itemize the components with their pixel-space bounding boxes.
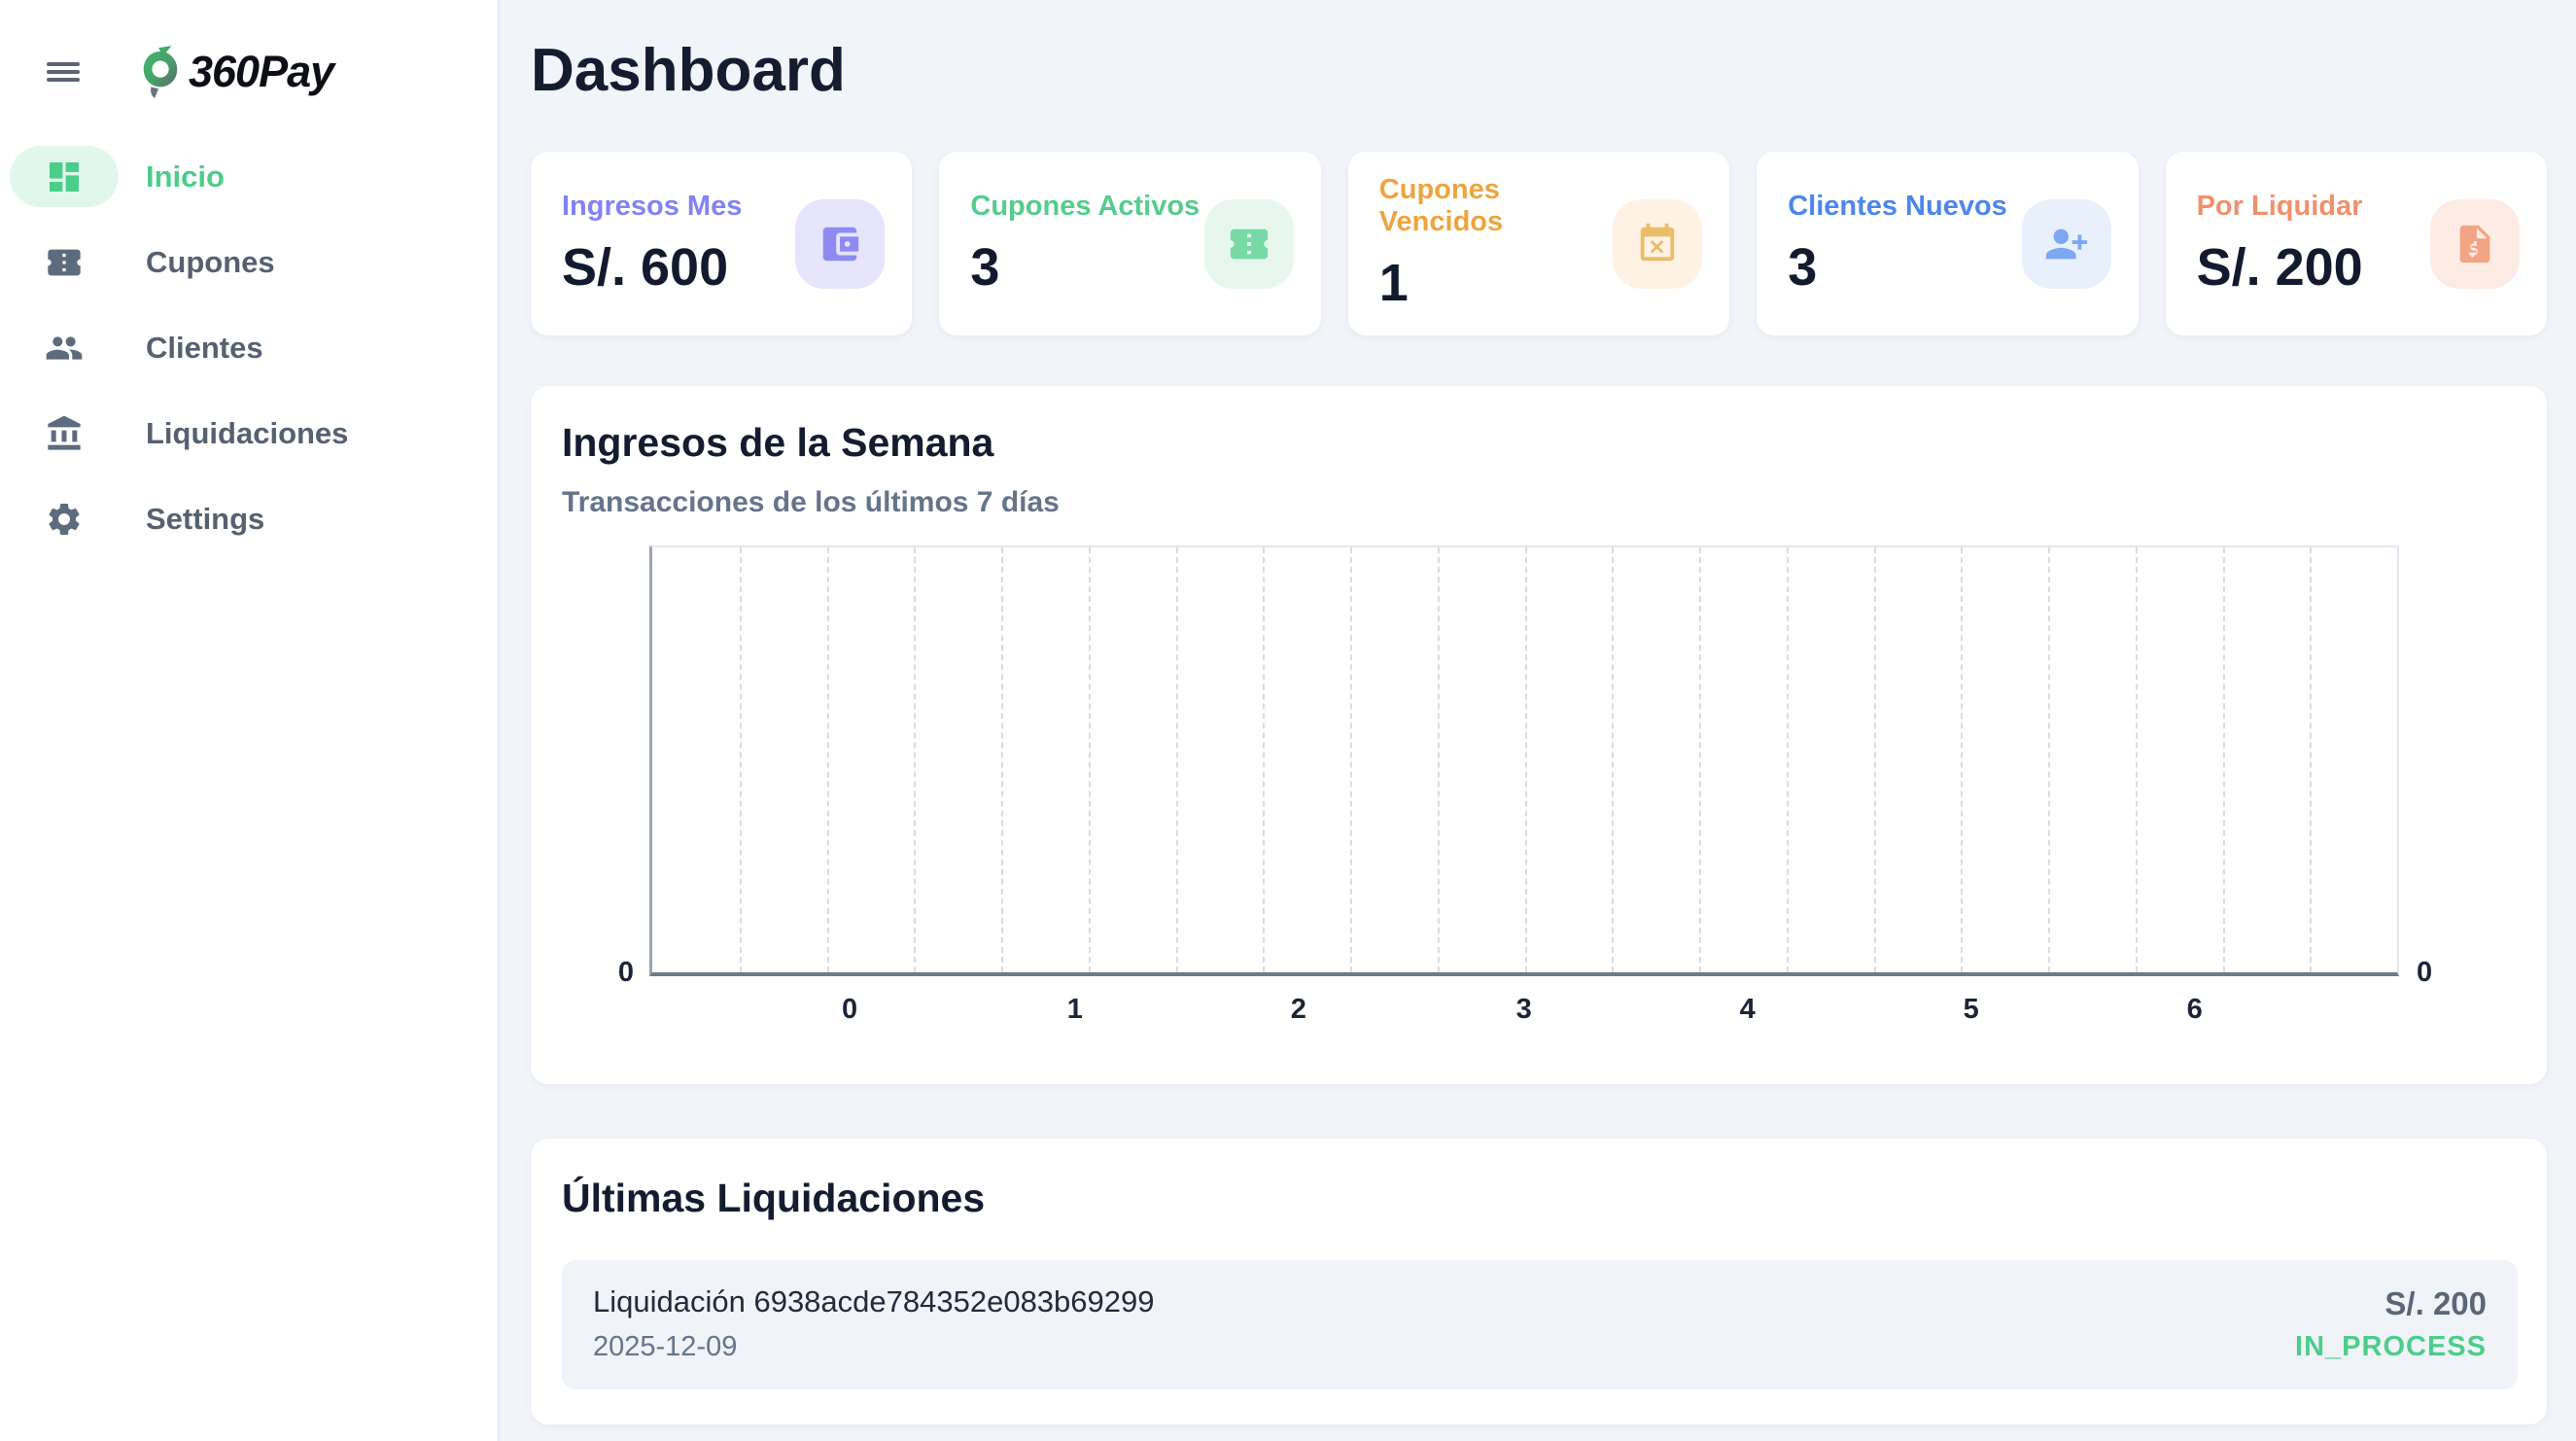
- sidebar-item-label: Clientes: [146, 331, 263, 366]
- y-axis-label-left: 0: [618, 957, 634, 989]
- app-logo: 360Pay: [138, 42, 333, 102]
- person-add-icon: [2044, 222, 2089, 266]
- ultimas-liquidaciones-card: Últimas Liquidaciones Liquidación 6938ac…: [531, 1139, 2547, 1424]
- chart-area: 0 0: [595, 545, 2461, 976]
- stat-card-cupones-vencidos: Cupones Vencidos 1: [1348, 152, 1729, 335]
- y-axis-label-right: 0: [2417, 957, 2432, 989]
- chart-title: Ingresos de la Semana: [562, 420, 2518, 466]
- page-title: Dashboard: [531, 41, 2547, 101]
- stats-row: Ingresos Mes S/. 600 Cupones Activos 3 C…: [531, 152, 2547, 335]
- x-tick: 3: [1516, 994, 1532, 1026]
- stat-card-por-liquidar: Por Liquidar S/. 200: [2166, 152, 2547, 335]
- stat-card-cupones-activos: Cupones Activos 3: [939, 152, 1320, 335]
- logo-swirl-icon: [138, 42, 183, 102]
- x-tick: 5: [1964, 994, 1979, 1026]
- sidebar-item-label: Liquidaciones: [146, 416, 348, 451]
- liquidacion-date: 2025-12-09: [593, 1331, 1155, 1363]
- menu-toggle-button[interactable]: [47, 58, 82, 86]
- sidebar-item-label: Cupones: [146, 245, 275, 280]
- logo-text: 360Pay: [189, 47, 333, 97]
- sidebar-item-inicio[interactable]: Inicio: [10, 146, 498, 207]
- sidebar-item-settings[interactable]: Settings: [10, 488, 498, 549]
- liquidacion-amount: S/. 200: [2295, 1285, 2487, 1322]
- chart-subtitle: Transacciones de los últimos 7 días: [562, 486, 2518, 519]
- stat-label: Clientes Nuevos: [1788, 191, 2007, 223]
- x-tick: 1: [1067, 994, 1083, 1026]
- stat-label: Ingresos Mes: [562, 191, 742, 223]
- stat-value: 1: [1379, 253, 1613, 313]
- x-tick: 4: [1740, 994, 1756, 1026]
- stat-label: Por Liquidar: [2197, 191, 2363, 223]
- invoice-icon: [2453, 222, 2497, 266]
- sidebar-item-liquidaciones[interactable]: Liquidaciones: [10, 403, 498, 464]
- liquidacion-status-badge: IN_PROCESS: [2295, 1331, 2487, 1363]
- people-icon: [45, 329, 84, 368]
- stat-value: S/. 200: [2197, 237, 2363, 298]
- gear-icon: [45, 500, 84, 539]
- sidebar-item-cupones[interactable]: Cupones: [10, 231, 498, 293]
- stat-value: S/. 600: [562, 237, 742, 298]
- x-tick: 2: [1291, 994, 1306, 1026]
- liquidaciones-title: Últimas Liquidaciones: [562, 1176, 2518, 1221]
- bank-icon: [45, 414, 84, 453]
- liquidacion-list-item[interactable]: Liquidación 6938acde784352e083b69299 202…: [562, 1260, 2518, 1389]
- calendar-x-icon: [1635, 222, 1680, 266]
- stat-card-clientes-nuevos: Clientes Nuevos 3: [1757, 152, 2138, 335]
- stat-label: Cupones Vencidos: [1379, 174, 1613, 238]
- main-content: Dashboard Ingresos Mes S/. 600 Cupones A…: [500, 0, 2576, 1441]
- sidebar-item-clientes[interactable]: Clientes: [10, 317, 498, 378]
- liquidacion-name: Liquidación 6938acde784352e083b69299: [593, 1284, 1155, 1319]
- x-tick: 0: [842, 994, 857, 1026]
- x-tick: 6: [2187, 994, 2203, 1026]
- stat-value: 3: [970, 237, 1200, 298]
- ticket-icon: [45, 243, 84, 282]
- stat-value: 3: [1788, 237, 2007, 298]
- sidebar-nav: Inicio Cupones Clientes Liquidaciones Se…: [0, 146, 498, 549]
- dashboard-icon: [45, 158, 84, 196]
- sidebar-item-label: Inicio: [146, 159, 225, 194]
- x-axis-labels: 0 1 2 3 4 5 6: [652, 976, 2399, 1038]
- stat-label: Cupones Activos: [970, 191, 1200, 223]
- sidebar-item-label: Settings: [146, 502, 264, 537]
- stat-card-ingresos-mes: Ingresos Mes S/. 600: [531, 152, 912, 335]
- chart-plot: [649, 545, 2399, 976]
- sidebar: 360Pay Inicio Cupones Clientes Liquidaci…: [0, 0, 500, 1441]
- wallet-icon: [818, 222, 862, 266]
- weekly-income-card: Ingresos de la Semana Transacciones de l…: [531, 386, 2547, 1084]
- ticket-icon: [1227, 222, 1271, 266]
